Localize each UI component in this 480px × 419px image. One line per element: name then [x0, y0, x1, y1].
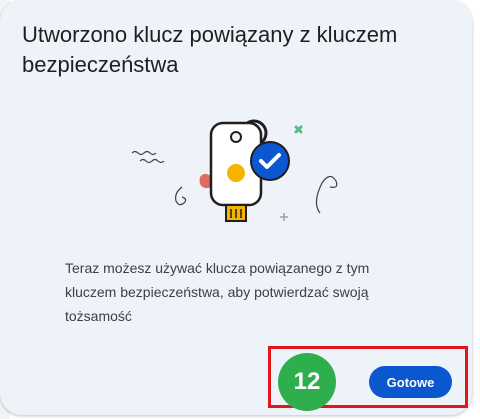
key-button-icon — [227, 164, 245, 182]
decorative-curl-left — [175, 186, 187, 206]
dialog-title: Utworzono klucz powiązany z kluczem bezp… — [22, 22, 398, 77]
security-key-illustration — [131, 119, 338, 222]
decorative-green-sparkle — [294, 125, 303, 134]
decorative-curl-right — [315, 175, 338, 214]
step-number-badge: 12 — [278, 353, 336, 411]
decorative-squiggle-left — [131, 150, 157, 156]
dialog-body-text: Teraz możesz używać klucza powiązanego z… — [65, 260, 370, 324]
decorative-grey-sparkle — [280, 213, 288, 221]
check-badge-icon — [250, 141, 290, 181]
